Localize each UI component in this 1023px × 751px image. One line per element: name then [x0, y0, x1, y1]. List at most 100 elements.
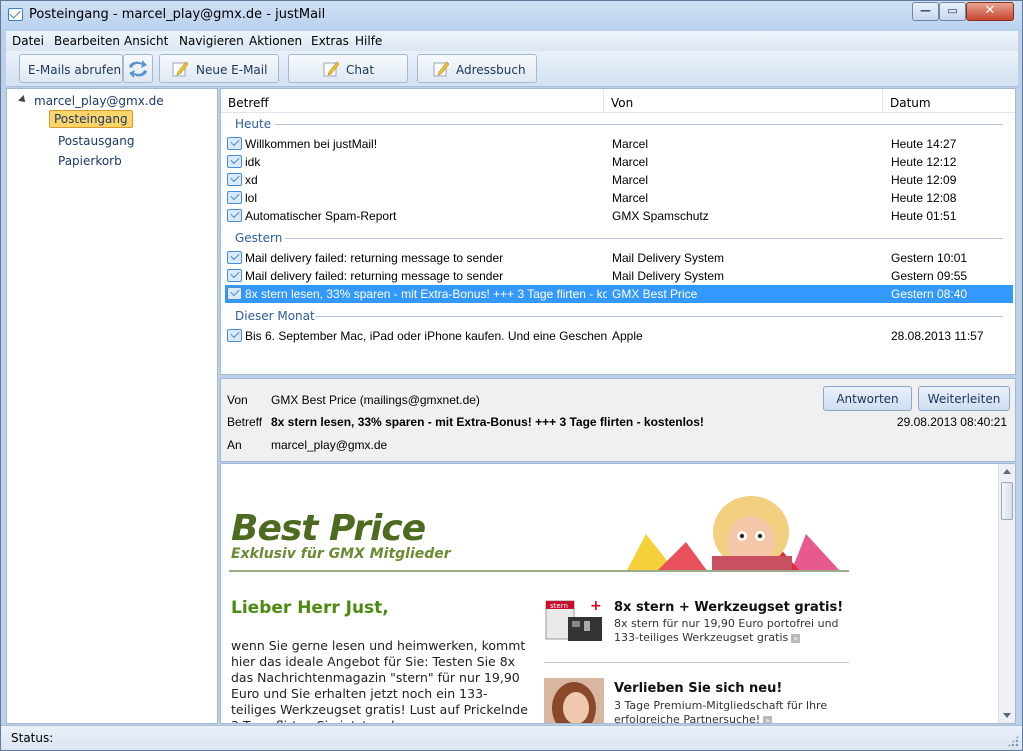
mail-subject: lol — [245, 191, 258, 205]
mail-subject: Bis 6. September Mac, iPad oder iPhone k… — [245, 329, 607, 343]
column-date[interactable]: Datum — [883, 89, 1015, 113]
mail-sender: GMX Spamschutz — [612, 209, 709, 223]
mail-row[interactable]: xd Marcel Heute 12:09 — [225, 171, 1013, 189]
folder-tree: marcel_play@gmx.de Posteingang Postausga… — [6, 88, 218, 724]
forward-button[interactable]: Weiterleiten — [918, 386, 1010, 411]
address-book-label: Adressbuch — [456, 63, 526, 77]
group-divider — [285, 238, 1003, 239]
mail-date: Gestern 08:40 — [891, 287, 968, 301]
offer1-text[interactable]: 8x stern für nur 19,90 Euro portofrei un… — [614, 617, 854, 645]
group-divider — [315, 316, 1003, 317]
brand-subtitle: Exklusiv für GMX Mitglieder — [231, 546, 451, 562]
mail-date: Heute 12:12 — [891, 155, 957, 169]
group-dieser-monat[interactable]: Dieser Monat — [235, 309, 315, 323]
mail-date: Gestern 09:55 — [891, 269, 968, 283]
brand-title: Best Price — [231, 508, 426, 549]
folder-posteingang[interactable]: Posteingang — [49, 110, 133, 128]
maximize-button[interactable]: ▭ — [939, 2, 966, 21]
stern-magazine-image[interactable]: stern + — [544, 597, 604, 645]
maximize-icon: ▭ — [947, 4, 958, 17]
envelope-icon — [227, 173, 242, 186]
mail-date: Gestern 10:01 — [891, 251, 968, 265]
mail-subject: Automatischer Spam-Report — [245, 209, 397, 223]
menu-hilfe[interactable]: Hilfe — [355, 34, 382, 48]
mail-row[interactable]: Mail delivery failed: returning message … — [225, 249, 1013, 267]
mail-row[interactable]: idk Marcel Heute 12:12 — [225, 153, 1013, 171]
mail-subject: Mail delivery failed: returning message … — [245, 269, 504, 283]
offer1-title[interactable]: 8x stern + Werkzeugset gratis! — [614, 600, 843, 615]
menu-datei[interactable]: Datei — [12, 34, 44, 48]
envelope-icon — [227, 191, 242, 204]
menu-extras[interactable]: Extras — [311, 34, 349, 48]
minimize-icon: — — [920, 4, 931, 17]
address-book-button[interactable]: Adressbuch — [417, 54, 537, 83]
group-gestern[interactable]: Gestern — [235, 231, 282, 245]
tree-account[interactable]: marcel_play@gmx.de — [18, 94, 164, 108]
reply-button[interactable]: Antworten — [823, 386, 912, 411]
more-arrow-icon[interactable]: » — [791, 633, 801, 643]
mail-date: Heute 14:27 — [891, 137, 957, 151]
group-heute[interactable]: Heute — [235, 117, 271, 131]
subject-value: 8x stern lesen, 33% sparen - mit Extra-B… — [271, 415, 704, 429]
woman-portrait-image[interactable] — [544, 678, 604, 724]
mail-row[interactable]: Automatischer Spam-Report GMX Spamschutz… — [225, 207, 1013, 225]
mail-row[interactable]: Willkommen bei justMail! Marcel Heute 14… — [225, 135, 1013, 153]
envelope-icon — [227, 155, 242, 168]
mail-date: Heute 12:08 — [891, 191, 957, 205]
brand-divider — [229, 570, 849, 572]
fetch-mail-label: E-Mails abrufen — [28, 63, 122, 77]
chat-button[interactable]: Chat — [288, 54, 408, 83]
app-window: Posteingang - marcel_play@gmx.de - justM… — [0, 0, 1023, 751]
mail-sender: Marcel — [612, 137, 649, 151]
stern-logo-text: stern — [550, 602, 568, 610]
close-icon: ✕ — [984, 3, 996, 18]
account-label: marcel_play@gmx.de — [34, 94, 164, 108]
mail-date: Heute 01:51 — [891, 209, 957, 223]
offer2-title[interactable]: Verlieben Sie sich neu! — [614, 681, 782, 696]
more-arrow-icon[interactable]: » — [763, 715, 773, 723]
envelope-icon — [227, 269, 242, 282]
column-subject[interactable]: Betreff — [221, 89, 604, 113]
envelope-icon — [227, 287, 242, 300]
to-value[interactable]: marcel_play@gmx.de — [271, 438, 387, 452]
pencil-icon — [172, 61, 188, 77]
scroll-down-icon[interactable] — [1003, 713, 1011, 718]
subject-label: Betreff — [227, 415, 263, 429]
menu-aktionen[interactable]: Aktionen — [249, 34, 302, 48]
menu-bar: Datei Bearbeiten Ansicht Navigieren Akti… — [6, 31, 1018, 51]
new-mail-button[interactable]: Neue E-Mail — [159, 54, 279, 83]
mail-sender: Marcel — [612, 191, 649, 205]
message-header: Von GMX Best Price (mailings@gmxnet.de) … — [220, 378, 1016, 462]
close-button[interactable]: ✕ — [966, 2, 1014, 21]
refresh-button[interactable] — [123, 54, 153, 83]
vertical-scrollbar[interactable] — [998, 464, 1015, 723]
envelope-icon — [227, 137, 242, 150]
mail-row[interactable]: Mail delivery failed: returning message … — [225, 267, 1013, 285]
menu-ansicht[interactable]: Ansicht — [124, 34, 168, 48]
chat-label: Chat — [346, 63, 375, 77]
fetch-mail-button[interactable]: E-Mails abrufen — [19, 54, 123, 83]
from-value[interactable]: GMX Best Price (mailings@gmxnet.de) — [271, 393, 480, 407]
minimize-button[interactable]: — — [912, 2, 939, 21]
column-from[interactable]: Von — [604, 89, 883, 113]
window-title: Posteingang - marcel_play@gmx.de - justM… — [29, 7, 326, 22]
folder-papierkorb[interactable]: Papierkorb — [54, 153, 126, 169]
mail-subject: xd — [245, 173, 258, 187]
mail-sender: Marcel — [612, 173, 649, 187]
mail-row-selected[interactable]: 8x stern lesen, 33% sparen - mit Extra-B… — [225, 285, 1013, 303]
resize-grip-icon[interactable] — [1007, 735, 1019, 747]
new-mail-label: Neue E-Mail — [196, 63, 268, 77]
collapse-arrow-icon[interactable] — [18, 95, 28, 105]
folder-postausgang[interactable]: Postausgang — [54, 133, 139, 149]
offer-divider — [544, 662, 849, 663]
svg-text:+: + — [590, 598, 602, 614]
offer2-text[interactable]: 3 Tage Premium-Mitgliedschaft für Ihre e… — [614, 699, 854, 723]
envelope-icon — [227, 329, 242, 342]
mail-subject: 8x stern lesen, 33% sparen - mit Extra-B… — [245, 287, 607, 301]
menu-navigieren[interactable]: Navigieren — [179, 34, 244, 48]
scrollbar-thumb[interactable] — [1001, 482, 1013, 520]
menu-bearbeiten[interactable]: Bearbeiten — [54, 34, 120, 48]
mail-row[interactable]: Bis 6. September Mac, iPad oder iPhone k… — [225, 327, 1013, 345]
mail-row[interactable]: lol Marcel Heute 12:08 — [225, 189, 1013, 207]
scroll-up-icon[interactable] — [1003, 469, 1011, 474]
